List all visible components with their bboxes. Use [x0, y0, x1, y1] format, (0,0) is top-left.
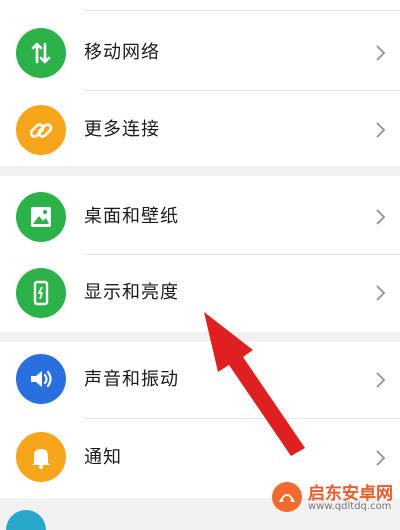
divider [84, 10, 400, 11]
settings-item-label: 移动网络 [84, 42, 160, 63]
image-icon [16, 192, 66, 242]
settings-item-display-brightness[interactable]: 显示和亮度 [0, 254, 400, 332]
watermark: 启东安卓网 www.qdltdq.com [270, 478, 398, 518]
settings-group-network: 移动网络 更多连接 [0, 0, 400, 166]
settings-group-sound: 声音和振动 通知 [0, 342, 400, 498]
watermark-url: www.qdltdq.com [308, 501, 392, 512]
chevron-right-icon [376, 45, 386, 61]
settings-item-label: 更多连接 [84, 119, 160, 140]
link-icon [16, 105, 66, 155]
chevron-right-icon [376, 450, 386, 466]
phone-display-icon [16, 268, 66, 318]
chevron-right-icon [376, 285, 386, 301]
settings-item-label: 桌面和壁纸 [84, 206, 179, 227]
bell-icon [16, 432, 66, 482]
watermark-logo-icon [272, 482, 302, 512]
settings-item-desktop-wallpaper[interactable]: 桌面和壁纸 [0, 176, 400, 258]
chevron-right-icon [376, 372, 386, 388]
settings-item-label: 通知 [84, 447, 122, 468]
settings-item-label: 声音和振动 [84, 369, 179, 390]
chevron-right-icon [376, 209, 386, 225]
partial-app-icon [6, 510, 46, 530]
settings-item-more-connections[interactable]: 更多连接 [0, 89, 400, 171]
mobile-data-icon [16, 28, 66, 78]
settings-item-mobile-network[interactable]: 移动网络 [0, 12, 400, 94]
settings-item-label: 显示和亮度 [84, 282, 179, 303]
settings-group-display: 桌面和壁纸 显示和亮度 [0, 176, 400, 332]
speaker-icon [16, 354, 66, 404]
chevron-right-icon [376, 122, 386, 138]
settings-item-sound-vibration[interactable]: 声音和振动 [0, 342, 400, 418]
